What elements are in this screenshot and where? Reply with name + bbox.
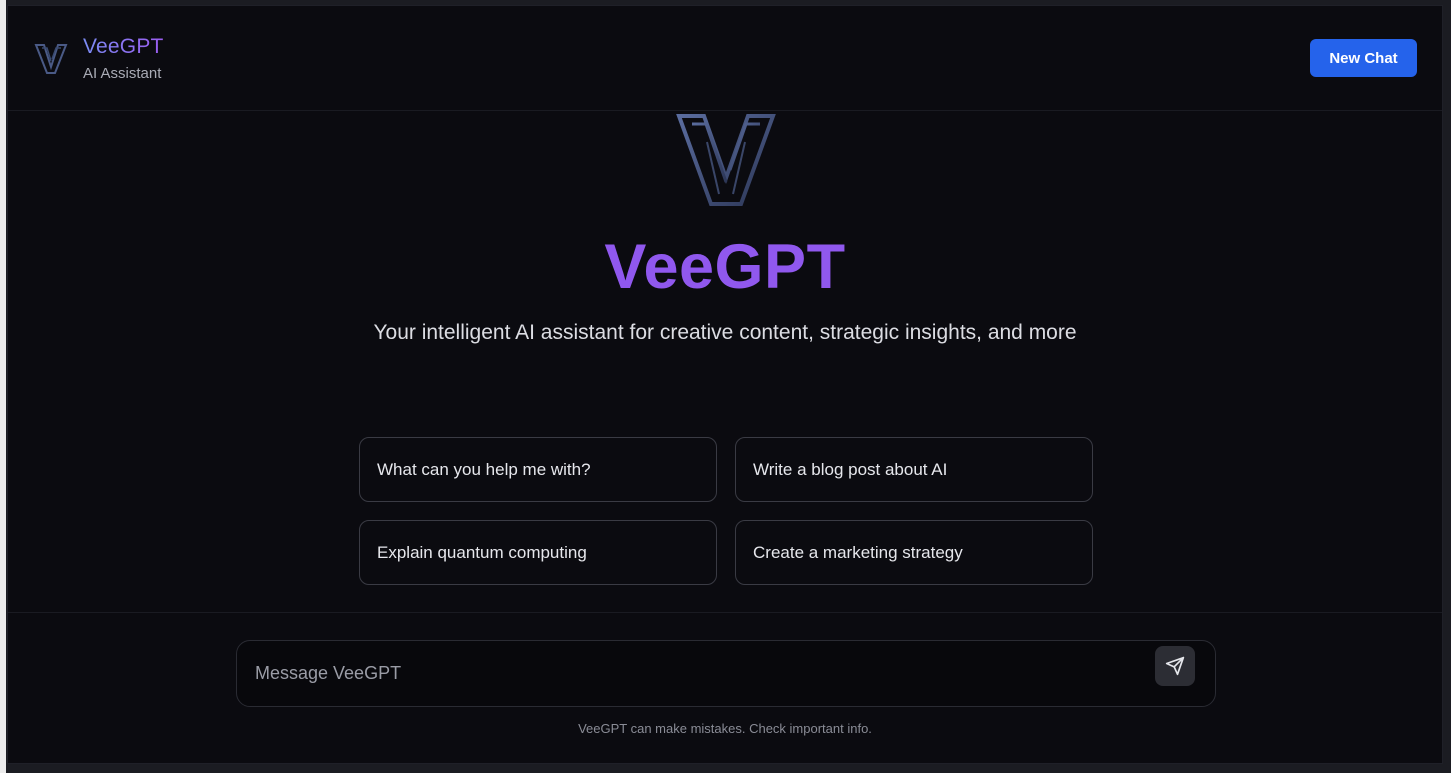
window-edge [0, 0, 6, 773]
brand-subtitle: AI Assistant [83, 65, 162, 82]
suggestion-label: Explain quantum computing [377, 542, 587, 562]
suggestion-card-help[interactable]: What can you help me with? [359, 437, 717, 502]
send-button[interactable] [1155, 646, 1195, 686]
suggestion-card-marketing[interactable]: Create a marketing strategy [735, 520, 1093, 585]
veegpt-hero-logo-icon [676, 114, 776, 206]
brand-title: VeeGPT [83, 35, 164, 58]
new-chat-button[interactable]: New Chat [1310, 39, 1417, 77]
window-frame: VeeGPT AI Assistant New Chat VeeGPT Your… [0, 0, 1451, 773]
suggestion-card-quantum[interactable]: Explain quantum computing [359, 520, 717, 585]
veegpt-logo-icon [34, 44, 68, 74]
app-window: VeeGPT AI Assistant New Chat VeeGPT Your… [7, 5, 1443, 764]
suggestion-label: Create a marketing strategy [753, 542, 963, 562]
suggestion-label: Write a blog post about AI [753, 459, 948, 479]
top-header: VeeGPT AI Assistant New Chat [8, 6, 1442, 111]
message-input[interactable] [237, 641, 1137, 706]
disclaimer-text: VeeGPT can make mistakes. Check importan… [578, 721, 872, 736]
send-icon [1165, 656, 1185, 676]
hero-title: VeeGPT [604, 232, 846, 302]
message-composer [236, 640, 1216, 707]
suggestion-card-blog-post[interactable]: Write a blog post about AI [735, 437, 1093, 502]
hero-subtitle: Your intelligent AI assistant for creati… [373, 321, 1077, 344]
composer-divider [8, 612, 1442, 613]
suggestion-label: What can you help me with? [377, 459, 591, 479]
